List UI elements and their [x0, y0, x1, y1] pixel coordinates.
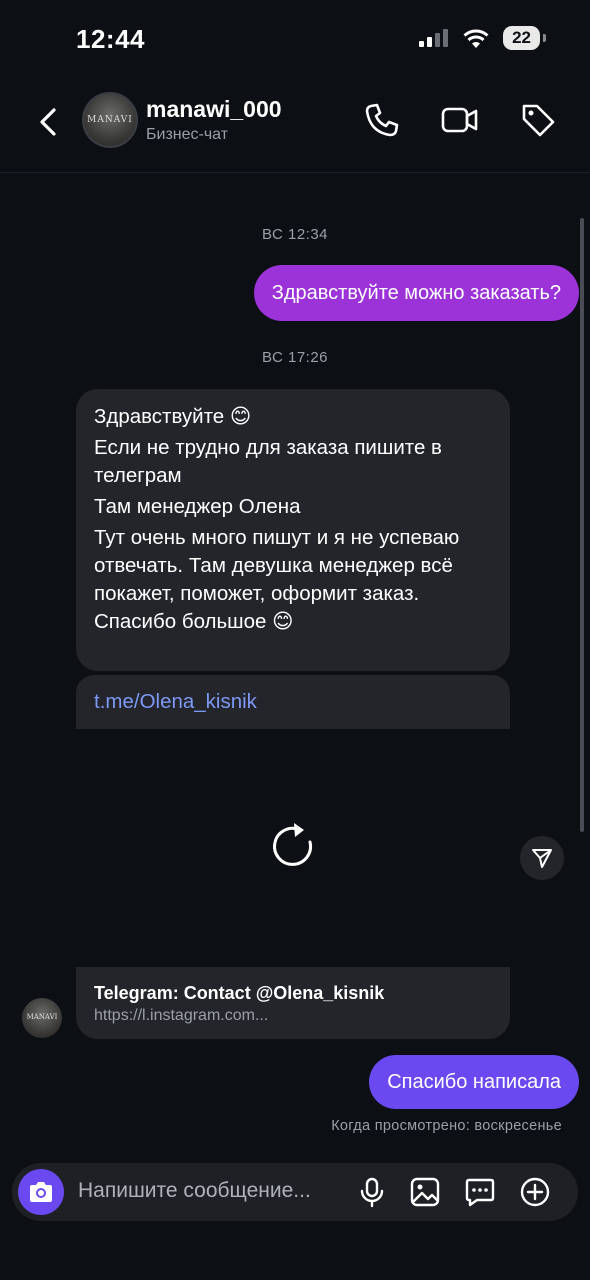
scrollbar[interactable] [580, 218, 584, 832]
outgoing-message[interactable]: Здравствуйте можно заказать? [253, 265, 579, 321]
plus-icon[interactable] [519, 1176, 551, 1208]
timestamp: ВС 12:34 [261, 226, 329, 243]
reload-icon[interactable] [268, 820, 320, 872]
message-line: Тут очень много пишут и я не успеваю отв… [94, 526, 460, 633]
sender-avatar[interactable]: MANAVI [22, 998, 62, 1038]
video-camera-icon[interactable] [440, 100, 480, 140]
outgoing-message[interactable]: Спасибо написала [369, 1055, 579, 1109]
phone-icon[interactable] [362, 100, 402, 140]
signal-icon [419, 29, 449, 47]
camera-icon [30, 1182, 52, 1202]
sticker-icon[interactable] [464, 1176, 496, 1208]
seen-status: Когда просмотрено: воскресенье [331, 1118, 562, 1134]
telegram-link[interactable]: t.me/Olena_kisnik [94, 688, 257, 716]
link-preview-title: Telegram: Contact @Olena_kisnik [94, 983, 385, 1003]
chat-header: MANAVI manawi_000 Бизнес-чат [0, 78, 590, 173]
microphone-icon[interactable] [356, 1176, 388, 1208]
battery-indicator: 22 [503, 26, 546, 50]
avatar[interactable]: MANAVI [82, 92, 138, 148]
back-chevron-icon[interactable] [32, 104, 68, 140]
message-line: Если не трудно для заказа пишите в телег… [94, 436, 442, 487]
timestamp: ВС 17:26 [261, 349, 329, 366]
wifi-icon [463, 29, 489, 48]
avatar-logo: MANAVI [26, 1013, 58, 1021]
camera-button[interactable] [18, 1169, 64, 1215]
message-line: Там менеджер Олена [94, 495, 301, 518]
image-icon[interactable] [409, 1176, 441, 1208]
contact-subtitle: Бизнес-чат [146, 126, 229, 143]
contact-name[interactable]: manawi_000 [146, 96, 282, 123]
tag-icon[interactable] [518, 100, 558, 140]
share-button[interactable] [520, 836, 564, 880]
message-composer[interactable]: Напишите сообщение... [12, 1163, 578, 1221]
status-time: 12:44 [76, 24, 145, 54]
share-icon [532, 849, 552, 868]
status-indicators: 22 [419, 26, 546, 50]
link-message[interactable]: t.me/Olena_kisnik [76, 675, 510, 729]
link-preview-url: https://l.instagram.com... [94, 1007, 269, 1024]
message-line: Здравствуйте 😊 [94, 405, 252, 428]
link-preview-card[interactable]: Telegram: Contact @Olena_kisnik https://… [76, 967, 510, 1039]
incoming-message[interactable]: Здравствуйте 😊 Если не трудно для заказа… [76, 389, 510, 671]
message-input[interactable]: Напишите сообщение... [78, 1179, 311, 1203]
avatar-logo: MANAVI [87, 115, 133, 125]
